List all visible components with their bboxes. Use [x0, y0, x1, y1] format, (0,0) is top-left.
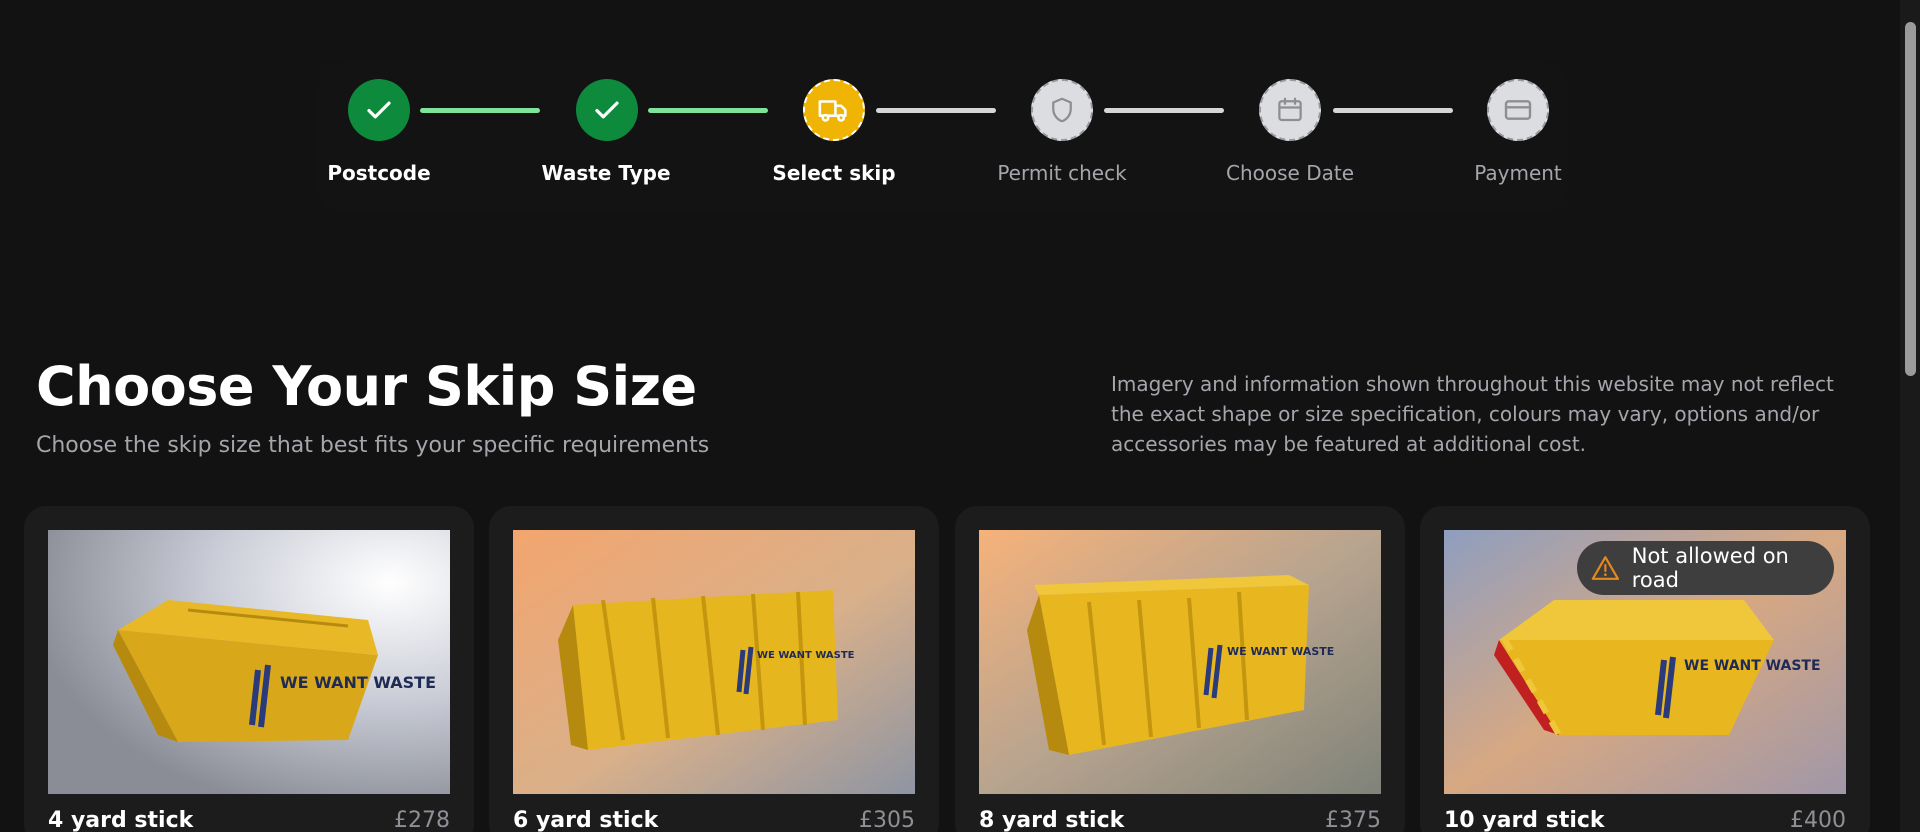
- skip-card-4-yard[interactable]: WE WANT WASTE 4 yard stick £278: [24, 506, 474, 832]
- skip-card-price: £400: [1790, 808, 1846, 832]
- step-select-skip-indicator[interactable]: [803, 79, 865, 141]
- step-connector: [876, 108, 996, 113]
- warning-icon: [1591, 556, 1620, 580]
- skip-card-title: 10 yard stick: [1444, 808, 1605, 832]
- calendar-icon: [1278, 97, 1302, 122]
- step-payment-indicator[interactable]: [1487, 79, 1549, 141]
- vertical-scrollbar[interactable]: [1900, 0, 1920, 832]
- skip-logo: WE WANT WASTE: [757, 650, 855, 661]
- step-postcode-label[interactable]: Postcode: [279, 161, 479, 185]
- credit-card-icon: [1504, 100, 1532, 120]
- step-connector: [1333, 108, 1453, 113]
- step-postcode-indicator[interactable]: [348, 79, 410, 141]
- skip-logo: WE WANT WASTE: [1684, 658, 1821, 674]
- page-title: Choose Your Skip Size: [36, 355, 697, 418]
- check-icon: [595, 101, 619, 119]
- skip-card-price: £305: [859, 808, 915, 832]
- skip-logo: WE WANT WASTE: [1227, 645, 1334, 658]
- step-connector: [420, 108, 540, 113]
- skip-image: WE WANT WASTE: [48, 530, 450, 794]
- step-connector: [1104, 108, 1224, 113]
- step-choose-date-label[interactable]: Choose Date: [1190, 161, 1390, 185]
- skip-image: WE WANT WASTE: [513, 530, 915, 794]
- skip-card-price: £375: [1325, 808, 1381, 832]
- skip-card-8-yard[interactable]: WE WANT WASTE 8 yard stick £375: [955, 506, 1405, 832]
- badge-label: Not allowed on road: [1631, 544, 1789, 592]
- skip-card-title: 8 yard stick: [979, 808, 1125, 832]
- skip-image: WE WANT WASTE: [979, 530, 1381, 794]
- scrollbar-thumb[interactable]: [1905, 22, 1916, 376]
- page: Postcode Waste Type Select skip Permit c…: [0, 0, 1920, 832]
- step-select-skip-label[interactable]: Select skip: [734, 161, 934, 185]
- step-permit-check-label[interactable]: Permit check: [962, 161, 1162, 185]
- skip-card-title: 6 yard stick: [513, 808, 659, 832]
- progress-stepper: [318, 62, 1568, 212]
- truck-icon: [818, 100, 847, 122]
- step-waste-type-label[interactable]: Waste Type: [506, 161, 706, 185]
- shield-icon: [1052, 97, 1072, 123]
- check-icon: [367, 101, 391, 119]
- step-permit-check-indicator[interactable]: [1031, 79, 1093, 141]
- skip-logo: WE WANT WASTE: [280, 673, 436, 692]
- imagery-disclaimer: Imagery and information shown throughout…: [1111, 372, 1834, 456]
- page-subtitle: Choose the skip size that best fits your…: [36, 433, 710, 458]
- step-choose-date-indicator[interactable]: [1259, 79, 1321, 141]
- not-allowed-on-road-badge: Not allowed on road: [1577, 541, 1834, 595]
- skip-card-title: 4 yard stick: [48, 808, 194, 832]
- step-payment-label[interactable]: Payment: [1418, 161, 1618, 185]
- step-connector: [648, 108, 768, 113]
- skip-card-price: £278: [394, 808, 450, 832]
- skip-card-6-yard[interactable]: WE WANT WASTE 6 yard stick £305: [489, 506, 939, 832]
- step-waste-type-indicator[interactable]: [576, 79, 638, 141]
